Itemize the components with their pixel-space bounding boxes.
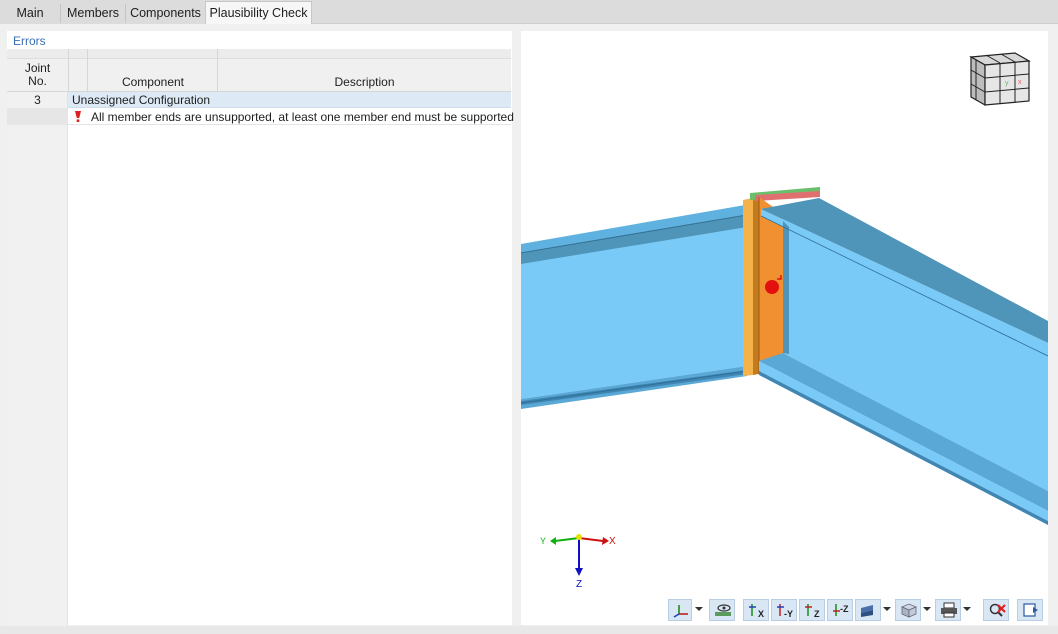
svg-text:-Y: -Y (784, 609, 793, 618)
table-row-group[interactable]: Unassigned Configuration (68, 92, 511, 108)
right-beam (759, 198, 1048, 525)
tab-plausibility-check[interactable]: Plausibility Check (205, 1, 312, 24)
table-header: Joint No. Component Description (7, 59, 511, 92)
axis-label-x: X (609, 536, 616, 547)
row-header-column (7, 49, 68, 625)
exit-view-icon (1023, 603, 1038, 617)
display-mode-dropdown-arrow[interactable] (883, 607, 891, 611)
error-exclamation-icon (75, 111, 81, 122)
tab-main[interactable]: Main (0, 2, 60, 24)
view-visibility-icon (715, 604, 731, 616)
errors-section-title: Errors (13, 34, 46, 48)
tab-members[interactable]: Members (61, 2, 125, 24)
display-mode-button[interactable] (855, 599, 881, 621)
print-dropdown-arrow[interactable] (963, 607, 971, 611)
column-divider (87, 49, 88, 92)
column-header-description[interactable]: Description (218, 75, 511, 89)
view-z-button[interactable]: Z (799, 599, 825, 621)
view-z-icon: Z (805, 604, 820, 618)
view-minus-y-button[interactable]: -Y (771, 599, 797, 621)
view-cube: y x (969, 52, 1031, 107)
svg-text:-Z: -Z (840, 604, 849, 614)
view-minus-z-icon: -Z (833, 604, 849, 616)
column-divider (68, 49, 69, 92)
errors-panel: Errors Joint No. Component Description 3… (7, 31, 514, 625)
row-joint-no: 3 (34, 93, 41, 107)
reset-view-button[interactable] (983, 599, 1009, 621)
column-header-joint-no[interactable]: Joint No. (7, 62, 68, 88)
table-header-band (7, 49, 511, 59)
errors-table: Joint No. Component Description 3 Unassi… (7, 49, 514, 625)
error-description: All member ends are unsupported, at leas… (91, 110, 514, 124)
joint-model-graphic: y x (521, 52, 1048, 576)
display-mode-dropdown-icon (861, 605, 873, 617)
print-dropdown-icon (941, 602, 957, 618)
print-button[interactable] (935, 599, 961, 621)
exit-view-button[interactable] (1017, 599, 1043, 621)
svg-text:y: y (1005, 80, 1009, 87)
render-box-dropdown-icon (900, 603, 918, 618)
svg-text:X: X (758, 609, 764, 618)
view-minus-z-button[interactable]: -Z (827, 599, 853, 621)
row-header-empty (7, 108, 68, 125)
axis-label-y: Y (540, 536, 547, 546)
axis-triad (550, 534, 609, 576)
axes-dropdown-icon (673, 605, 688, 618)
visibility-button[interactable] (709, 599, 735, 621)
axis-label-z: Z (576, 579, 583, 590)
column-header-component[interactable]: Component (88, 75, 218, 89)
column-divider (217, 49, 218, 92)
view-minus-y-icon: -Y (777, 604, 793, 618)
tab-components[interactable]: Components (126, 2, 205, 24)
table-row[interactable]: All member ends are unsupported, at leas… (68, 108, 514, 125)
left-beam (521, 205, 748, 409)
reset-view-icon (989, 603, 1006, 617)
view-x-icon: X (749, 604, 764, 618)
view-toolbar: X -Y Z -Z (521, 599, 1048, 621)
render-box-button[interactable] (895, 599, 921, 621)
svg-text:Z: Z (814, 609, 820, 618)
svg-text:x: x (1018, 79, 1022, 86)
axes-dropdown-arrow[interactable] (695, 607, 703, 611)
status-bar (0, 626, 1058, 634)
group-label: Unassigned Configuration (72, 93, 211, 107)
view-x-button[interactable]: X (743, 599, 769, 621)
render-box-dropdown-arrow[interactable] (923, 607, 931, 611)
3d-view[interactable]: y x X Y Z X -Y Z -Z (521, 31, 1048, 625)
tab-bar: Main Members Components Plausibility Che… (0, 0, 1058, 24)
axes-button[interactable] (668, 599, 692, 621)
